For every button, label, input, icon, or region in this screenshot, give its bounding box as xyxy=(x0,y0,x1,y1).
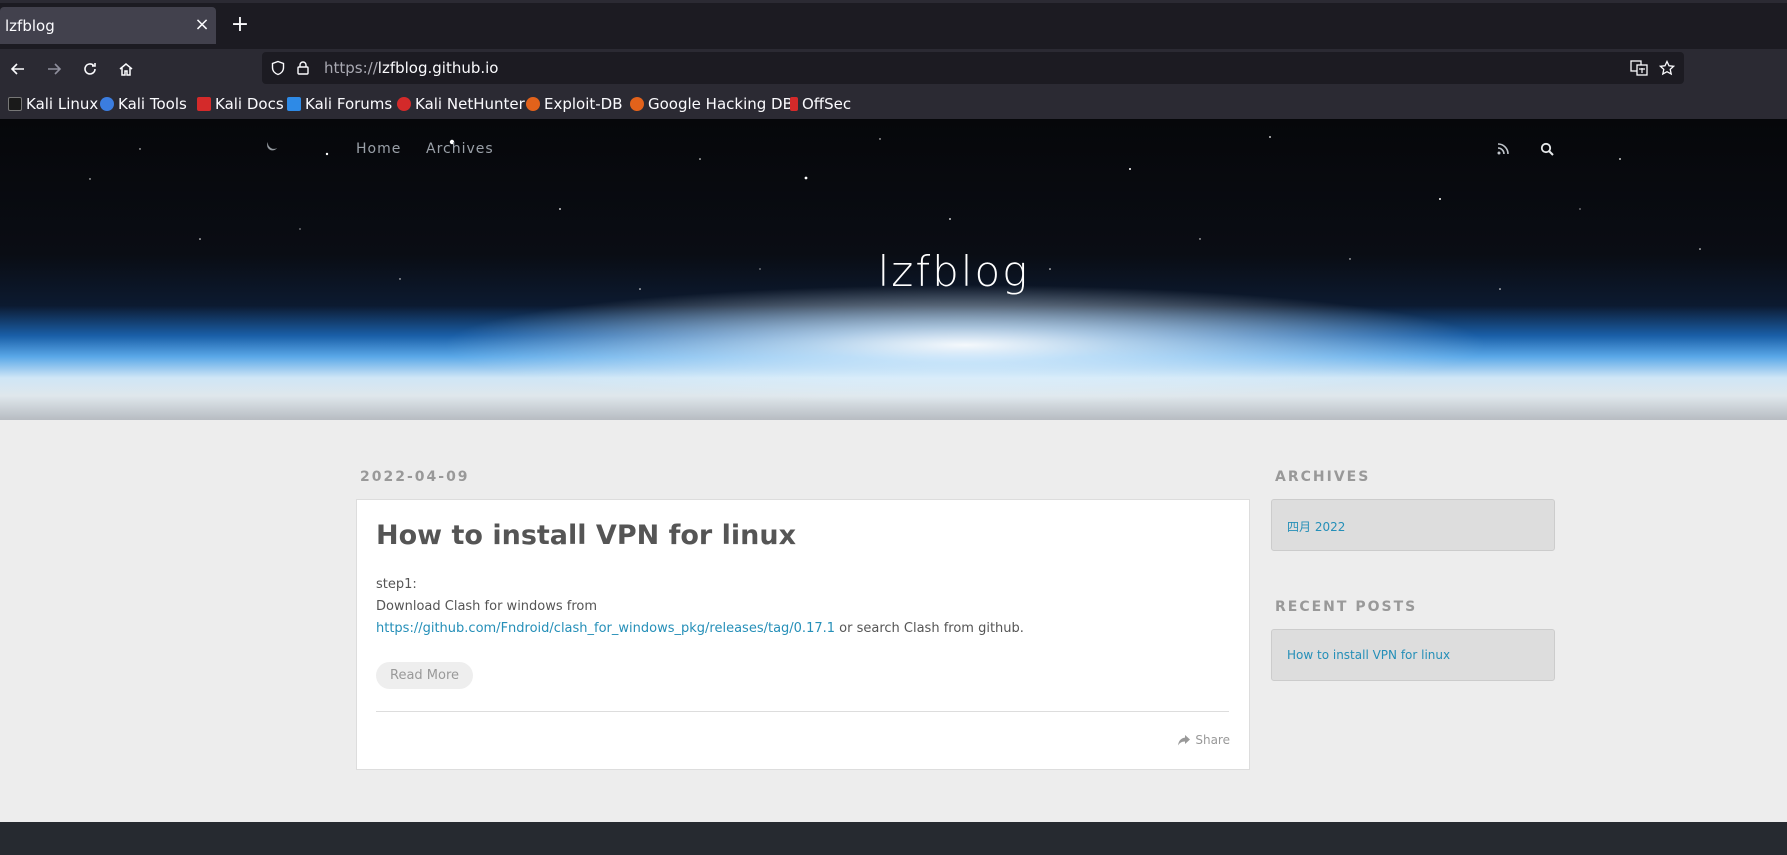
bookmark-kali-docs[interactable]: Kali Docs xyxy=(197,94,284,114)
bookmark-label: Kali Tools xyxy=(118,95,187,113)
recent-post-link[interactable]: How to install VPN for linux xyxy=(1287,648,1450,662)
kali-forums-icon xyxy=(287,97,301,111)
reload-icon xyxy=(84,63,96,75)
forward-arrow-icon xyxy=(48,63,62,75)
post-excerpt: step1: Download Clash for windows from h… xyxy=(376,574,1236,640)
rss-icon[interactable] xyxy=(1495,141,1511,157)
archives-widget-title: ARCHIVES xyxy=(1275,469,1371,485)
nav-link-archives[interactable]: Archives xyxy=(426,141,494,157)
kali-tools-icon xyxy=(100,97,114,111)
bookmark-label: Exploit-DB xyxy=(544,95,623,113)
browser-nav-bar: https://lzfblog.github.io xyxy=(0,49,1787,89)
kali-docs-icon xyxy=(197,97,211,111)
archives-widget: 四月 2022 xyxy=(1271,499,1555,551)
recent-posts-widget-title: RECENT POSTS xyxy=(1275,599,1418,615)
bookmark-exploit-db[interactable]: Exploit-DB xyxy=(526,94,623,114)
excerpt-line: step1: xyxy=(376,577,417,592)
share-button[interactable]: Share xyxy=(1178,733,1230,747)
bookmark-kali-linux[interactable]: Kali Linux xyxy=(8,94,98,114)
browser-tab-active[interactable]: lzfblog × xyxy=(0,7,216,44)
ghdb-icon xyxy=(630,97,644,111)
forward-button[interactable] xyxy=(42,57,66,81)
home-button[interactable] xyxy=(114,57,138,81)
home-icon xyxy=(119,63,133,76)
lock-icon[interactable] xyxy=(294,59,312,77)
url-host: lzfblog.github.io xyxy=(377,59,499,77)
bookmarks-toolbar: Kali Linux Kali Tools Kali Docs Kali For… xyxy=(0,89,1787,119)
bookmark-label: OffSec xyxy=(802,95,852,113)
clash-download-link[interactable]: https://github.com/Fndroid/clash_for_win… xyxy=(376,621,835,636)
excerpt-suffix: or search Clash from github. xyxy=(835,621,1024,636)
url-scheme: https:// xyxy=(324,59,378,77)
bookmark-label: Kali Docs xyxy=(215,95,284,113)
url-text[interactable]: https://lzfblog.github.io xyxy=(324,59,498,77)
exploit-db-icon xyxy=(526,97,540,111)
back-button[interactable] xyxy=(6,57,30,81)
tab-close-icon[interactable]: × xyxy=(192,15,212,35)
bookmark-kali-forums[interactable]: Kali Forums xyxy=(287,94,392,114)
translate-icon[interactable] xyxy=(1630,59,1648,77)
site-header-banner: Home Archives lzfblog xyxy=(0,119,1787,420)
offsec-icon xyxy=(790,97,798,111)
recent-posts-widget: How to install VPN for linux xyxy=(1271,629,1555,681)
new-tab-button[interactable]: + xyxy=(228,13,252,37)
bookmark-label: Kali Forums xyxy=(305,95,393,113)
post-date[interactable]: 2022-04-09 xyxy=(360,469,470,485)
kali-nethunter-icon xyxy=(397,97,411,111)
bookmark-kali-nethunter[interactable]: Kali NetHunter xyxy=(397,94,525,114)
article-card: How to install VPN for linux step1: Down… xyxy=(356,499,1250,770)
article-divider xyxy=(376,711,1229,712)
site-title[interactable]: lzfblog xyxy=(0,247,1787,296)
share-icon xyxy=(1178,734,1191,745)
bookmark-kali-tools[interactable]: Kali Tools xyxy=(100,94,187,114)
nav-link-home[interactable]: Home xyxy=(356,141,401,157)
starfield-background xyxy=(89,131,1701,290)
kali-dragon-icon xyxy=(8,97,22,111)
excerpt-line: https://github.com/Fndroid/clash_for_win… xyxy=(376,618,1236,640)
archive-link-april-2022[interactable]: 四月 2022 xyxy=(1287,518,1345,535)
tab-title: lzfblog xyxy=(5,17,55,35)
bookmark-google-hacking-db[interactable]: Google Hacking DB xyxy=(630,94,793,114)
bookmark-offsec[interactable]: OffSec xyxy=(790,94,851,114)
window-top-edge xyxy=(0,0,1787,3)
share-label: Share xyxy=(1195,733,1230,747)
bookmark-star-icon[interactable] xyxy=(1658,59,1676,77)
excerpt-line: Download Clash for windows from xyxy=(376,599,598,614)
search-icon[interactable] xyxy=(1539,141,1555,157)
tracking-protection-shield-icon[interactable] xyxy=(269,59,287,77)
bookmark-label: Kali Linux xyxy=(26,95,99,113)
back-arrow-icon xyxy=(10,63,24,75)
bookmark-label: Kali NetHunter xyxy=(415,95,525,113)
bookmark-label: Google Hacking DB xyxy=(648,95,793,113)
reload-button[interactable] xyxy=(78,57,102,81)
browser-tab-bar: lzfblog × + xyxy=(0,0,1787,49)
url-bar[interactable]: https://lzfblog.github.io xyxy=(262,52,1684,84)
site-footer xyxy=(0,822,1787,855)
read-more-button[interactable]: Read More xyxy=(376,662,474,689)
post-title[interactable]: How to install VPN for linux xyxy=(376,520,796,551)
